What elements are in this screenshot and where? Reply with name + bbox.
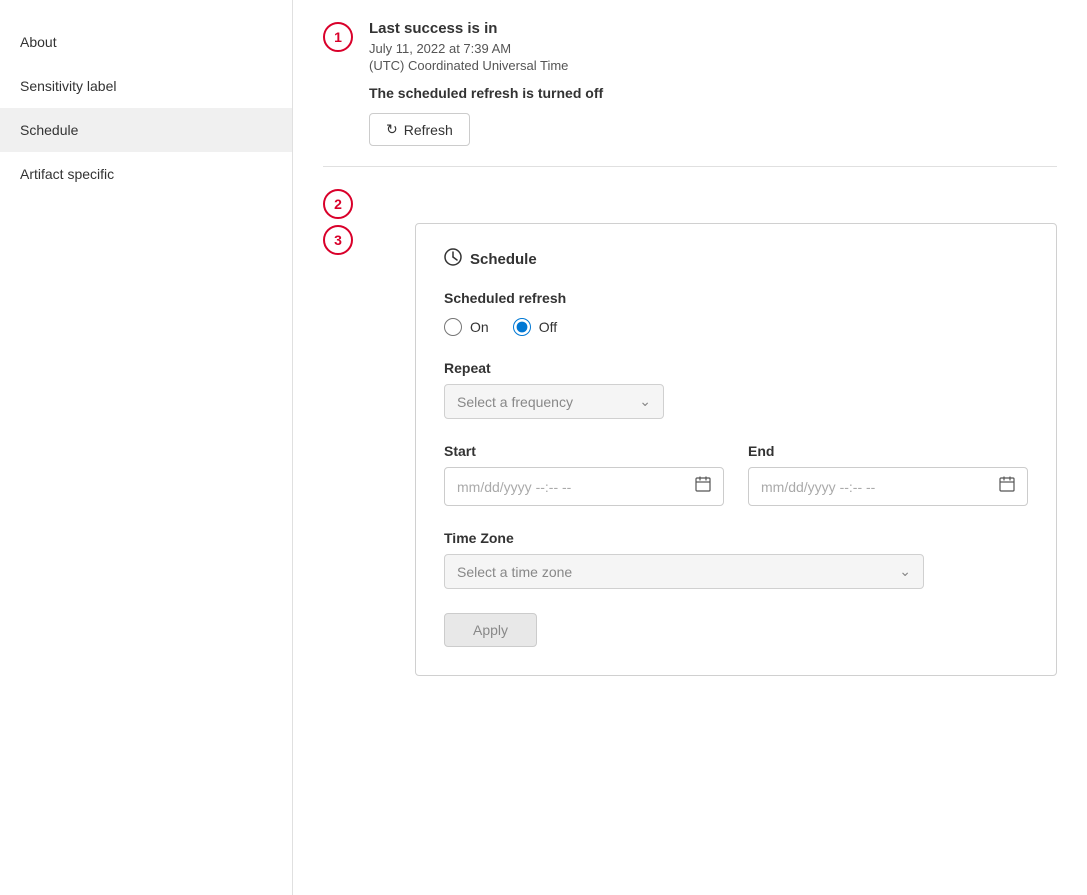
clock-icon [444, 248, 462, 270]
apply-button[interactable]: Apply [444, 613, 537, 647]
repeat-label: Repeat [444, 360, 1028, 376]
step-2-section: 2 [323, 187, 1057, 219]
radio-on-input[interactable] [444, 318, 462, 336]
last-success-date: July 11, 2022 at 7:39 AM [369, 41, 1057, 56]
sidebar-item-schedule[interactable]: Schedule [0, 108, 292, 152]
step-1-section: 1 Last success is in July 11, 2022 at 7:… [323, 20, 1057, 146]
step-3-section: 3 Schedule [323, 223, 1057, 676]
start-label: Start [444, 443, 724, 459]
radio-off-input[interactable] [513, 318, 531, 336]
timezone-placeholder: Select a time zone [457, 564, 572, 580]
sidebar: About Sensitivity label Schedule Artifac… [0, 0, 293, 895]
start-date-placeholder: mm/dd/yyyy --:-- -- [457, 479, 695, 495]
schedule-card-header: Schedule [444, 248, 1028, 270]
start-calendar-icon [695, 476, 711, 497]
timezone-label: Time Zone [444, 530, 1028, 546]
radio-off-option[interactable]: Off [513, 318, 557, 336]
schedule-section-title: Schedule [470, 251, 537, 268]
last-success-title: Last success is in [369, 20, 1057, 37]
repeat-dropdown[interactable]: Select a frequency ⌄ [444, 384, 664, 419]
repeat-placeholder: Select a frequency [457, 394, 573, 410]
sidebar-item-sensitivity-label[interactable]: Sensitivity label [0, 64, 292, 108]
scheduled-refresh-label: Scheduled refresh [444, 290, 1028, 306]
refresh-icon: ↻ [386, 121, 398, 138]
scheduled-refresh-radio-group: On Off [444, 318, 1028, 336]
date-row: Start mm/dd/yyyy --:-- -- [444, 443, 1028, 506]
chevron-down-icon: ⌄ [639, 393, 651, 410]
start-field: Start mm/dd/yyyy --:-- -- [444, 443, 724, 506]
radio-on-option[interactable]: On [444, 318, 489, 336]
main-content: 1 Last success is in July 11, 2022 at 7:… [293, 0, 1087, 895]
timezone-dropdown[interactable]: Select a time zone ⌄ [444, 554, 924, 589]
end-calendar-icon [999, 476, 1015, 497]
end-label: End [748, 443, 1028, 459]
step-1-badge: 1 [323, 22, 353, 52]
end-date-input[interactable]: mm/dd/yyyy --:-- -- [748, 467, 1028, 506]
radio-on-label: On [470, 319, 489, 335]
end-date-placeholder: mm/dd/yyyy --:-- -- [761, 479, 999, 495]
radio-off-label: Off [539, 319, 557, 335]
refresh-status-text: The scheduled refresh is turned off [369, 85, 1057, 101]
refresh-button[interactable]: ↻ Refresh [369, 113, 470, 146]
page-layout: About Sensitivity label Schedule Artifac… [0, 0, 1087, 895]
last-success-tz: (UTC) Coordinated Universal Time [369, 58, 1057, 73]
step-3-badge: 3 [323, 225, 353, 255]
step-1-content: Last success is in July 11, 2022 at 7:39… [369, 20, 1057, 146]
step-3-content: Schedule Scheduled refresh On Off [369, 223, 1057, 676]
schedule-card: Schedule Scheduled refresh On Off [415, 223, 1057, 676]
timezone-chevron-icon: ⌄ [899, 563, 911, 580]
sidebar-item-about[interactable]: About [0, 20, 292, 64]
start-date-input[interactable]: mm/dd/yyyy --:-- -- [444, 467, 724, 506]
sidebar-item-artifact-specific[interactable]: Artifact specific [0, 152, 292, 196]
end-field: End mm/dd/yyyy --:-- -- [748, 443, 1028, 506]
step-2-badge: 2 [323, 189, 353, 219]
divider-1 [323, 166, 1057, 167]
